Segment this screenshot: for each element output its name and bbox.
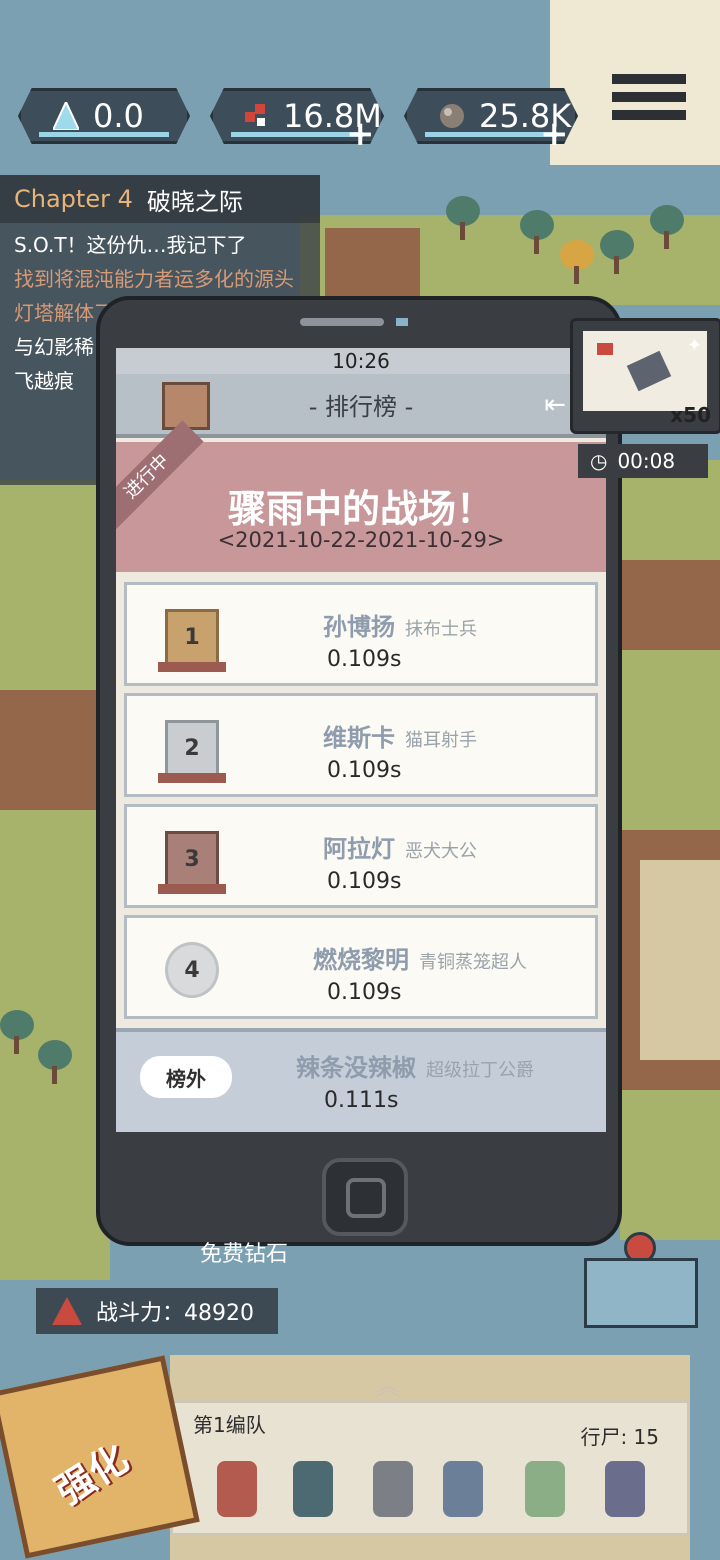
my-title: 超级拉丁公爵: [426, 1060, 534, 1081]
rank-number-badge: 4: [165, 942, 219, 998]
player-title: 恶犬大公: [405, 841, 477, 862]
team-member-avatar[interactable]: [373, 1461, 413, 1517]
player-name: 阿拉灯 恶犬大公: [323, 835, 477, 863]
my-rank-row[interactable]: 榜外 辣条没辣椒 超级拉丁公爵 0.111s: [116, 1028, 606, 1132]
combat-power: 战斗力：48920: [36, 1288, 278, 1334]
timer-value: 00:08: [617, 449, 676, 473]
rank-row[interactable]: 4 燃烧黎明 青铜蒸笼超人 0.109s: [124, 915, 598, 1019]
team-member-avatar[interactable]: [443, 1461, 483, 1517]
team-member-avatar[interactable]: [293, 1461, 333, 1517]
phone-home-button[interactable]: [322, 1158, 408, 1236]
player-name: 燃烧黎明 青铜蒸笼超人: [313, 946, 527, 974]
rank-list: 1 孙博扬 抹布士兵 0.109s 2 维斯卡 猫耳射手 0.109s 3 阿拉灯恶…: [124, 582, 598, 1026]
player-title: 青铜蒸笼超人: [419, 952, 527, 973]
phone-speaker: [300, 318, 384, 326]
expand-up-icon[interactable]: ︽: [376, 1366, 400, 1401]
silver-medal-icon: 2: [158, 720, 226, 783]
event-title: 骤雨中的战场！: [227, 487, 494, 531]
player-time: 0.109s: [327, 869, 402, 894]
crystal-value: 0.0: [93, 97, 144, 135]
my-name: 辣条没辣椒 超级拉丁公爵: [296, 1054, 534, 1082]
player-title: 抹布士兵: [405, 619, 477, 640]
ruby-icon: [243, 101, 271, 131]
rank-row[interactable]: 2 维斯卡 猫耳射手 0.109s: [124, 693, 598, 797]
player-name: 维斯卡 猫耳射手: [323, 724, 477, 752]
team-name: 第1编队: [193, 1413, 266, 1437]
player-title: 猫耳射手: [405, 730, 477, 751]
svg-text:✦: ✦: [687, 335, 702, 356]
clock-icon: ◷: [590, 449, 608, 473]
player-time: 0.109s: [327, 647, 402, 672]
warning-icon: [52, 1297, 82, 1325]
unranked-badge: 榜外: [140, 1056, 232, 1098]
crystal-counter[interactable]: 0.0: [18, 88, 190, 144]
ore-icon: [437, 101, 467, 131]
team-member-avatar[interactable]: [525, 1461, 565, 1517]
free-diamond-label[interactable]: 免费钻石: [200, 1236, 288, 1268]
quest-item: 找到将混沌能力者运多化的源头: [14, 267, 294, 291]
quest-chapter: Chapter 4: [14, 185, 133, 213]
ore-add-icon[interactable]: +: [540, 114, 569, 154]
event-date: <2021-10-22-2021-10-29>: [217, 528, 505, 552]
quest-item: S.O.T！这份仇…我记下了: [14, 233, 247, 257]
combat-power-label: 战斗力：48920: [96, 1301, 254, 1326]
team-member-avatar[interactable]: [605, 1461, 645, 1517]
crystal-icon: [51, 101, 81, 131]
status-bar: 10:26 73: [116, 348, 606, 374]
status-time: 10:26: [332, 349, 390, 373]
quest-chapter-title: 破晓之际: [146, 187, 243, 216]
player-time: 0.109s: [327, 758, 402, 783]
bronze-medal-icon: 3: [158, 831, 226, 894]
team-member-avatar[interactable]: [217, 1461, 257, 1517]
reward-chest[interactable]: ✦ x50: [570, 318, 720, 434]
player-name: 孙博扬 抹布士兵: [323, 613, 477, 641]
chest-count: x50: [670, 403, 711, 427]
leaderboard-app-icon: [162, 382, 210, 430]
team-count: 行尸: 15: [580, 1425, 659, 1449]
leaderboard-phone: 10:26 73 - 排行榜 - ⇤ 进行中 骤雨中的战场！ <2021-10-…: [96, 296, 622, 1246]
rank-row[interactable]: 3 阿拉灯 恶犬大公 0.109s: [124, 804, 598, 908]
chest-item-icon: ✦: [597, 335, 702, 392]
world-map-button[interactable]: [584, 1258, 698, 1328]
my-time: 0.111s: [324, 1088, 399, 1113]
team-panel[interactable]: 第1编队 行尸: 15: [170, 1400, 690, 1536]
player-time: 0.109s: [327, 980, 402, 1005]
back-icon[interactable]: ⇤: [544, 390, 566, 420]
menu-icon[interactable]: [612, 74, 686, 134]
rank-row[interactable]: 1 孙博扬 抹布士兵 0.109s: [124, 582, 598, 686]
phone-screen: 10:26 73 - 排行榜 - ⇤ 进行中 骤雨中的战场！ <2021-10-…: [116, 348, 606, 1132]
leaderboard-title: - 排行榜 -: [308, 392, 414, 421]
ruby-add-icon[interactable]: +: [346, 114, 375, 154]
strengthen-label: 强化: [47, 1436, 136, 1514]
gold-medal-icon: 1: [158, 609, 226, 672]
event-banner: 进行中 骤雨中的战场！ <2021-10-22-2021-10-29>: [116, 420, 606, 572]
chest-timer: ◷ 00:08: [578, 444, 708, 478]
